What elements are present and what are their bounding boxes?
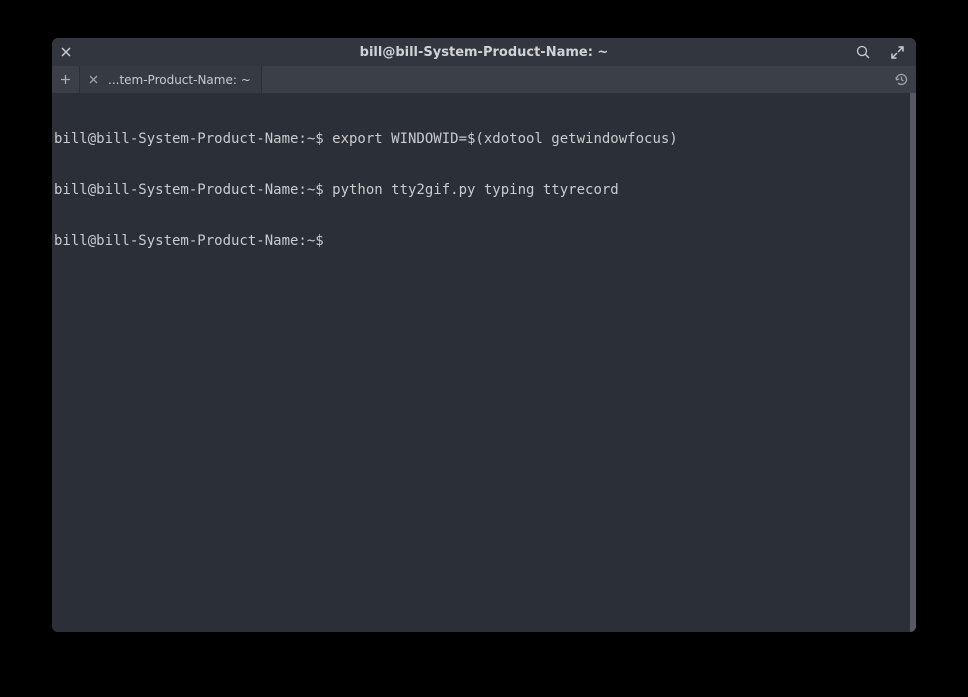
fullscreen-button[interactable] xyxy=(884,39,910,65)
scrollbar[interactable] xyxy=(910,93,916,632)
terminal-window: bill@bill-System-Product-Name: ~ xyxy=(52,38,916,632)
tab-close-button[interactable] xyxy=(86,75,100,84)
terminal-line: bill@bill-System-Product-Name:~$ export … xyxy=(54,131,914,148)
tab-terminal-1[interactable]: ...tem-Product-Name: ~ xyxy=(80,66,262,93)
plus-icon xyxy=(60,74,71,85)
close-icon xyxy=(61,47,71,57)
history-icon xyxy=(894,72,909,87)
fullscreen-icon xyxy=(891,46,904,59)
search-icon xyxy=(856,45,871,60)
command-text: python tty2gif.py typing ttyrecord xyxy=(324,182,619,198)
prompt: bill@bill-System-Product-Name:~$ xyxy=(54,233,324,249)
new-tab-button[interactable] xyxy=(52,66,80,93)
terminal-content: bill@bill-System-Product-Name:~$ export … xyxy=(54,97,914,284)
tabbar: ...tem-Product-Name: ~ xyxy=(52,66,916,93)
tab-label: ...tem-Product-Name: ~ xyxy=(108,73,251,87)
close-icon xyxy=(89,75,98,84)
search-button[interactable] xyxy=(850,39,876,65)
window-title: bill@bill-System-Product-Name: ~ xyxy=(52,45,916,60)
close-button[interactable] xyxy=(52,38,80,66)
prompt: bill@bill-System-Product-Name:~$ xyxy=(54,131,324,147)
terminal-line: bill@bill-System-Product-Name:~$ python … xyxy=(54,182,914,199)
prompt: bill@bill-System-Product-Name:~$ xyxy=(54,182,324,198)
history-button[interactable] xyxy=(886,66,916,93)
titlebar: bill@bill-System-Product-Name: ~ xyxy=(52,38,916,66)
terminal-body[interactable]: bill@bill-System-Product-Name:~$ export … xyxy=(52,93,916,632)
terminal-line: bill@bill-System-Product-Name:~$ xyxy=(54,233,914,250)
command-text: export WINDOWID=$(xdotool getwindowfocus… xyxy=(324,131,678,147)
